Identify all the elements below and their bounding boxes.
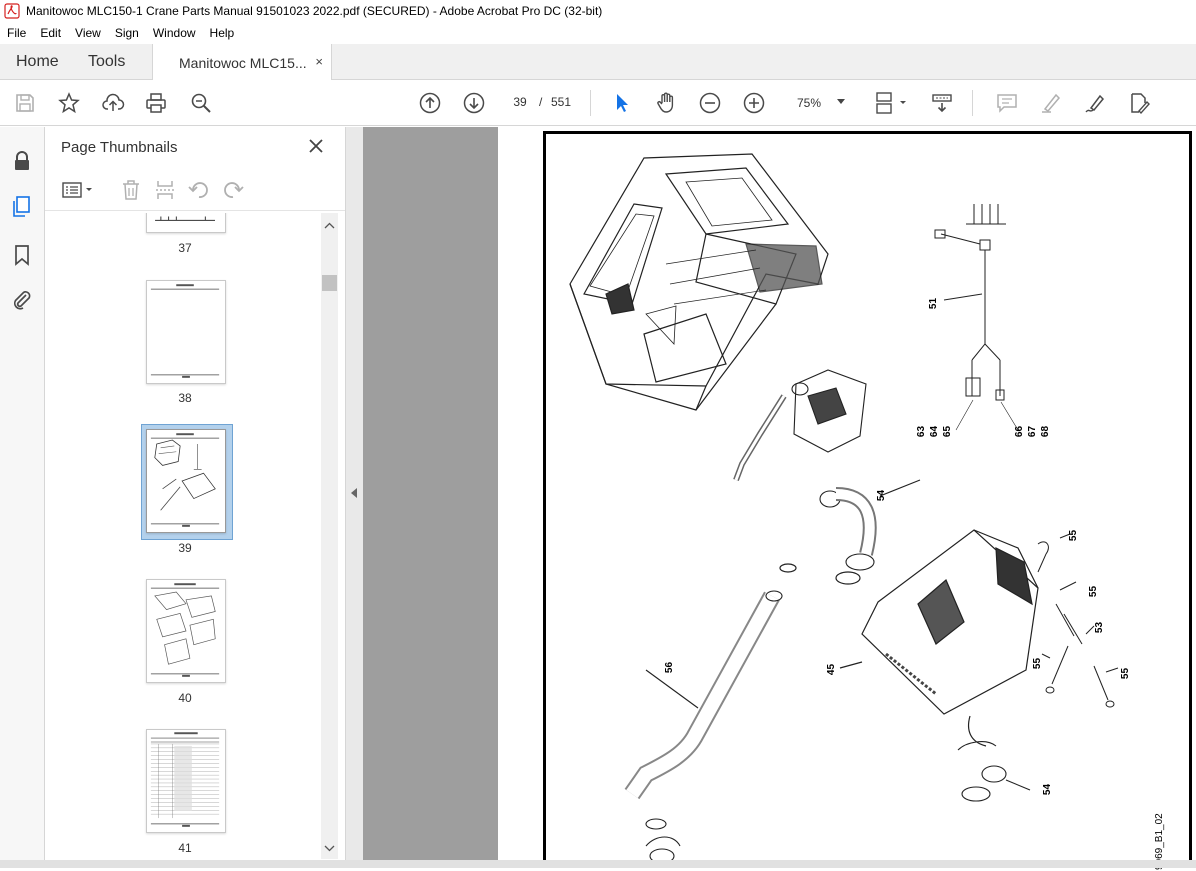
- page-number-input[interactable]: 39: [505, 90, 535, 114]
- comment-icon[interactable]: [994, 90, 1020, 116]
- thumbnail-scrollbar[interactable]: [321, 213, 338, 859]
- tab-document[interactable]: Manitowoc MLC15... ×: [152, 44, 332, 81]
- pdf-page: 51 63 64 65 66 67 68 54 55 55 53 55 55 5…: [498, 127, 1196, 870]
- callout-63: 63: [916, 425, 928, 438]
- thumbnail-38-preview: [150, 284, 220, 378]
- panel-splitter[interactable]: [345, 127, 363, 868]
- zoom-out-icon[interactable]: [697, 90, 723, 116]
- thumbnail-page-37[interactable]: [146, 213, 226, 233]
- callout-55-d: 55: [1120, 667, 1132, 680]
- rotate-left-icon[interactable]: [187, 178, 211, 202]
- thumbnail-page-39[interactable]: [146, 429, 226, 533]
- tab-document-label: Manitowoc MLC15...: [179, 54, 307, 71]
- thumbnail-37-preview: [155, 216, 215, 221]
- scroll-down-icon[interactable]: [321, 840, 338, 857]
- collapse-arrow-icon[interactable]: [351, 488, 357, 498]
- thumbnail-39-preview: [150, 433, 220, 527]
- callout-55-b: 55: [1088, 585, 1100, 598]
- callout-53: 53: [1094, 621, 1106, 634]
- bookmarks-icon[interactable]: [10, 243, 34, 267]
- thumbnail-label: 38: [178, 391, 192, 405]
- menu-sign[interactable]: Sign: [108, 26, 146, 40]
- tab-home[interactable]: Home: [16, 44, 59, 80]
- tab-close-icon[interactable]: ×: [315, 54, 323, 69]
- menu-view[interactable]: View: [68, 26, 108, 40]
- left-rail: [0, 127, 45, 868]
- thumbnail-40-preview: [150, 583, 220, 677]
- toolbar-divider-2: [972, 90, 973, 116]
- menu-edit[interactable]: Edit: [33, 26, 68, 40]
- window-title: Manitowoc MLC150-1 Crane Parts Manual 91…: [26, 4, 603, 18]
- zoom-select[interactable]: 75%: [783, 92, 853, 114]
- callout-55-a: 55: [1068, 529, 1080, 542]
- thumbnails-panel: Page Thumbnails 37 38 39 40 41: [45, 127, 345, 868]
- delete-icon[interactable]: [119, 178, 143, 202]
- callout-65: 65: [942, 425, 954, 438]
- insert-pages-icon[interactable]: [153, 178, 177, 202]
- menu-file[interactable]: File: [0, 26, 33, 40]
- select-cursor-icon[interactable]: [609, 90, 635, 116]
- scroll-mode-icon[interactable]: [929, 90, 955, 116]
- callout-66: 66: [1014, 425, 1026, 438]
- thumbnail-label: 39: [178, 541, 192, 555]
- status-strip: [0, 860, 1196, 868]
- callout-56: 56: [664, 661, 676, 674]
- drawing-frame: 51 63 64 65 66 67 68 54 55 55 53 55 55 5…: [543, 131, 1192, 870]
- fill-sign-icon[interactable]: [1126, 90, 1152, 116]
- callout-55-c: 55: [1032, 657, 1044, 670]
- exploded-parts-drawing: [569, 153, 1119, 864]
- page-thumbnails-icon[interactable]: [10, 195, 34, 219]
- panel-title: Page Thumbnails: [61, 139, 178, 156]
- sign-pen-icon[interactable]: [1082, 90, 1108, 116]
- callout-54-lower: 54: [1042, 783, 1054, 796]
- previous-page-icon[interactable]: [417, 90, 443, 116]
- next-page-icon[interactable]: [461, 90, 487, 116]
- options-menu-icon[interactable]: [61, 178, 95, 202]
- tab-tools[interactable]: Tools: [88, 44, 125, 80]
- callout-64: 64: [929, 425, 941, 438]
- callout-54-upper: 54: [876, 489, 888, 502]
- thumbnail-label: 40: [178, 691, 192, 705]
- page-separator: /: [539, 95, 543, 109]
- find-zoom-icon[interactable]: [188, 90, 214, 116]
- toolbar-divider: [590, 90, 591, 116]
- cloud-upload-icon[interactable]: [100, 90, 126, 116]
- thumbnail-page-38[interactable]: [146, 280, 226, 384]
- print-icon[interactable]: [143, 90, 169, 116]
- thumbnail-tools: [45, 171, 345, 211]
- page-display-icon[interactable]: [874, 90, 910, 116]
- rotate-right-icon[interactable]: [221, 178, 245, 202]
- menu-bar: File Edit View Sign Window Help: [0, 22, 1196, 44]
- attachments-icon[interactable]: [10, 288, 34, 312]
- thumbnail-label: 37: [178, 241, 192, 255]
- thumbnail-page-41[interactable]: [146, 729, 226, 833]
- callout-68: 68: [1040, 425, 1052, 438]
- callout-67: 67: [1027, 425, 1039, 438]
- chevron-down-icon: [837, 99, 845, 104]
- scroll-up-icon[interactable]: [321, 217, 338, 234]
- document-viewport[interactable]: 51 63 64 65 66 67 68 54 55 55 53 55 55 5…: [363, 127, 1196, 870]
- tab-bar: Home Tools Manitowoc MLC15... ×: [0, 44, 1196, 81]
- thumbnail-page-40[interactable]: [146, 579, 226, 683]
- scrollbar-thumb[interactable]: [322, 275, 337, 291]
- highlight-pen-icon[interactable]: [1038, 90, 1064, 116]
- acrobat-icon: [4, 3, 20, 19]
- thumbnail-list: 37 38 39 40 41: [45, 213, 321, 859]
- menu-window[interactable]: Window: [146, 26, 203, 40]
- save-icon[interactable]: [12, 90, 38, 116]
- page-total: 551: [551, 95, 572, 109]
- menu-help[interactable]: Help: [203, 26, 242, 40]
- callout-45: 45: [826, 663, 838, 676]
- title-bar: Manitowoc MLC150-1 Crane Parts Manual 91…: [0, 0, 1196, 22]
- zoom-in-icon[interactable]: [741, 90, 767, 116]
- bookmark-star-icon[interactable]: [56, 90, 82, 116]
- callout-51: 51: [928, 297, 940, 310]
- thumbnail-label: 41: [178, 841, 192, 855]
- hand-tool-icon[interactable]: [653, 90, 679, 116]
- zoom-value: 75%: [797, 96, 822, 110]
- close-icon[interactable]: [307, 137, 325, 155]
- lock-icon[interactable]: [10, 149, 34, 173]
- thumbnail-41-preview: [150, 732, 220, 827]
